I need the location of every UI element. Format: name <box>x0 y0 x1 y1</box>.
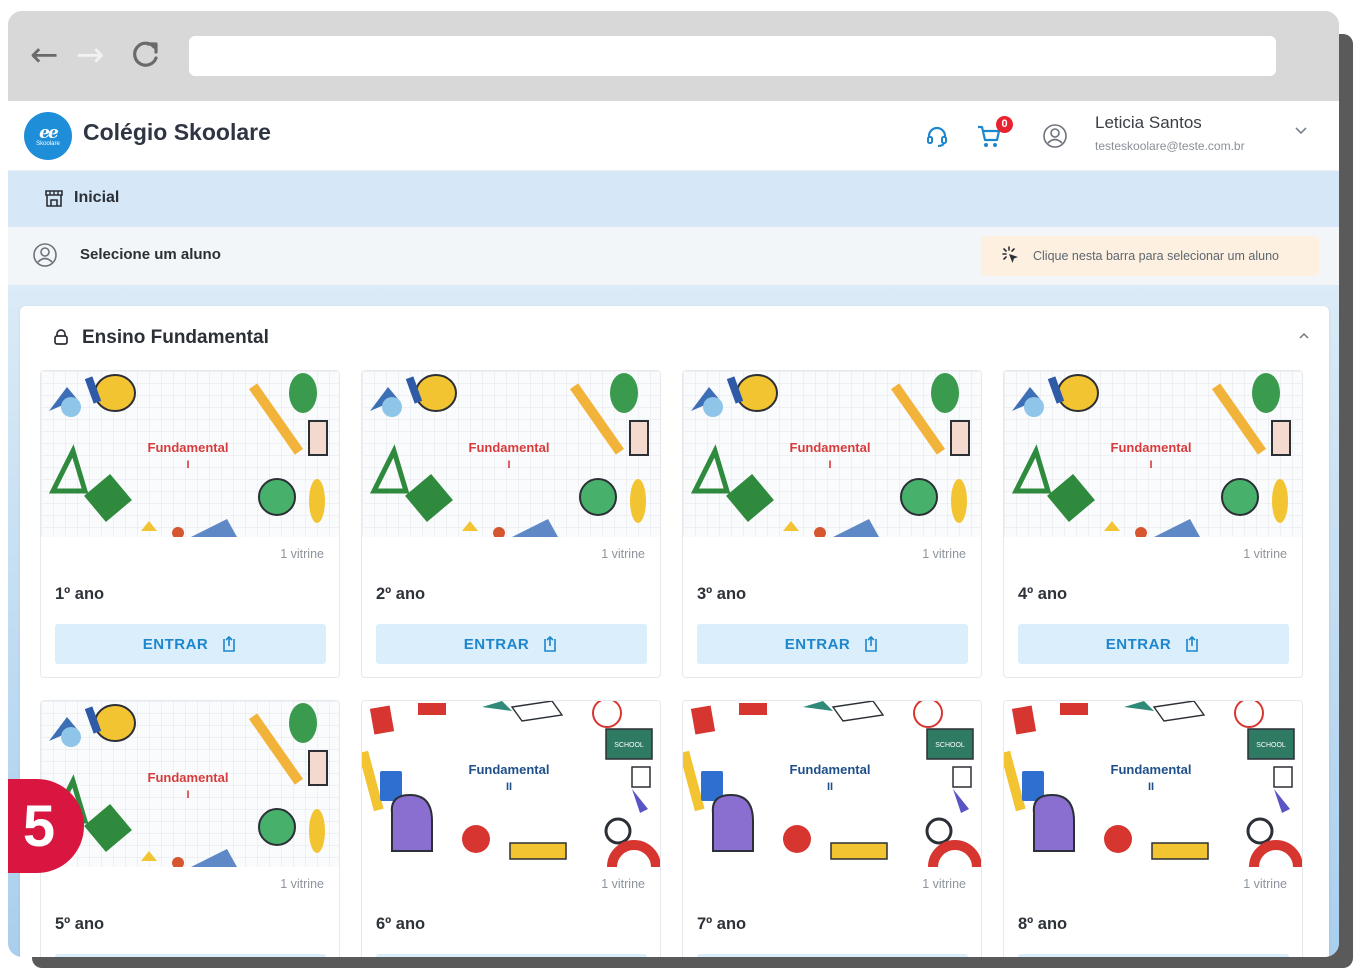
svg-text:SCHOOL: SCHOOL <box>614 742 644 749</box>
enter-button-label: ENTRAR <box>1105 635 1172 653</box>
enter-button[interactable]: ENTRAR <box>376 624 647 664</box>
svg-text:II: II <box>1148 781 1154 793</box>
enter-button[interactable]: ENTRAR <box>55 624 326 664</box>
vitrine-count: 1 vitrine <box>1243 877 1287 891</box>
svg-text:Fundamental: Fundamental <box>1111 762 1192 777</box>
svg-text:I: I <box>186 789 189 801</box>
enter-button[interactable]: ENTRAR <box>1018 624 1289 664</box>
vitrine-count: 1 vitrine <box>922 877 966 891</box>
grade-card[interactable]: Fundamental I 1 vitrine 5º ano ENTRAR <box>40 700 340 957</box>
svg-text:Fundamental: Fundamental <box>148 440 229 455</box>
svg-text:SCHOOL: SCHOOL <box>935 742 965 749</box>
chevron-up-icon[interactable] <box>1298 330 1310 345</box>
enter-icon <box>1183 635 1201 653</box>
svg-text:Fundamental: Fundamental <box>1111 440 1192 455</box>
logo-mark: ee <box>39 122 59 143</box>
user-name[interactable]: Leticia Santos <box>1095 113 1202 133</box>
sparkle-click-icon <box>1001 246 1021 266</box>
ensino-fundamental-panel: Ensino Fundamental Fundamental I 1 vitrine… <box>20 306 1329 957</box>
headset-icon[interactable] <box>922 121 952 151</box>
card-banner-image[interactable]: Fundamental I <box>41 371 339 539</box>
vitrine-count: 1 vitrine <box>1243 547 1287 561</box>
grade-title: 5º ano <box>55 915 105 933</box>
user-email: testeskoolare@teste.com.br <box>1095 139 1245 153</box>
enter-icon <box>541 635 559 653</box>
svg-text:Fundamental: Fundamental <box>469 762 550 777</box>
app-header: ee Skoolare Colégio Skoolare 0 Leticia S… <box>8 101 1339 171</box>
card-banner-image[interactable]: SCHOOL Fundamental II <box>1004 701 1302 868</box>
vitrine-count: 1 vitrine <box>280 547 324 561</box>
svg-text:I: I <box>828 459 831 471</box>
logo-small-text: Skoolare <box>36 140 60 147</box>
user-circle-icon <box>32 242 58 273</box>
address-bar[interactable] <box>189 36 1276 76</box>
card-banner-image[interactable]: Fundamental I <box>683 371 981 539</box>
school-name: Colégio Skoolare <box>83 119 271 145</box>
student-select-label: Selecione um aluno <box>80 246 221 263</box>
chevron-down-icon[interactable] <box>1294 123 1308 140</box>
store-icon <box>44 188 64 213</box>
svg-text:I: I <box>186 459 189 471</box>
enter-icon <box>220 635 238 653</box>
school-logo[interactable]: ee Skoolare <box>24 112 72 160</box>
grade-title: 4º ano <box>1018 585 1068 603</box>
select-student-hint: Clique nesta barra para selecionar um al… <box>981 236 1319 276</box>
svg-text:II: II <box>827 781 833 793</box>
grade-title: 2º ano <box>376 585 426 603</box>
card-banner-image[interactable]: SCHOOL Fundamental II <box>362 701 660 868</box>
forward-arrow-icon[interactable]: → <box>76 38 105 72</box>
cart-count-badge: 0 <box>996 116 1013 133</box>
grade-card[interactable]: SCHOOL Fundamental II 1 vitrine 6º ano ENTRAR <box>361 700 661 957</box>
breadcrumb-home[interactable]: Inicial <box>74 189 119 207</box>
hint-text: Clique nesta barra para selecionar um al… <box>1033 249 1279 263</box>
lock-icon <box>52 328 70 351</box>
grade-title: 1º ano <box>55 585 105 603</box>
user-avatar-icon[interactable] <box>1040 121 1070 151</box>
enter-icon <box>862 635 880 653</box>
svg-text:Fundamental: Fundamental <box>148 770 229 785</box>
svg-text:Fundamental: Fundamental <box>790 762 871 777</box>
student-select-bar[interactable]: Selecione um aluno Clique nesta barra pa… <box>8 227 1339 285</box>
card-banner-image[interactable]: Fundamental I <box>1004 371 1302 539</box>
reload-icon[interactable] <box>130 38 162 76</box>
grade-card[interactable]: SCHOOL Fundamental II 1 vitrine 8º ano ENTRAR <box>1003 700 1303 957</box>
enter-button[interactable]: ENTRAR <box>697 624 968 664</box>
enter-button[interactable]: ENTRAR <box>1018 954 1289 957</box>
vitrine-count: 1 vitrine <box>601 547 645 561</box>
card-banner-image[interactable]: SCHOOL Fundamental II <box>683 701 981 868</box>
grade-title: 3º ano <box>697 585 747 603</box>
grade-card[interactable]: Fundamental I 1 vitrine 2º ano ENTRAR <box>361 370 661 678</box>
enter-button[interactable]: ENTRAR <box>697 954 968 957</box>
grade-title: 6º ano <box>376 915 426 933</box>
browser-window: ← → ee Skoolare Colégio Skoolare 0 Letic… <box>8 11 1339 957</box>
grade-card[interactable]: Fundamental I 1 vitrine 3º ano ENTRAR <box>682 370 982 678</box>
enter-button-label: ENTRAR <box>142 635 209 653</box>
enter-button-label: ENTRAR <box>784 635 851 653</box>
grade-title: 7º ano <box>697 915 747 933</box>
svg-text:I: I <box>1149 459 1152 471</box>
svg-text:I: I <box>507 459 510 471</box>
svg-text:Fundamental: Fundamental <box>469 440 550 455</box>
card-banner-image[interactable]: Fundamental I <box>362 371 660 539</box>
section-title: Ensino Fundamental <box>82 327 269 348</box>
grade-card[interactable]: SCHOOL Fundamental II 1 vitrine 7º ano ENTRAR <box>682 700 982 957</box>
vitrine-count: 1 vitrine <box>922 547 966 561</box>
browser-toolbar: ← → <box>8 11 1339 101</box>
enter-button[interactable]: ENTRAR <box>376 954 647 957</box>
svg-text:Fundamental: Fundamental <box>790 440 871 455</box>
page-content: ee Skoolare Colégio Skoolare 0 Leticia S… <box>8 101 1339 957</box>
card-banner-image[interactable]: Fundamental I <box>41 701 339 869</box>
vitrine-count: 1 vitrine <box>280 877 324 891</box>
grade-card[interactable]: Fundamental I 1 vitrine 1º ano ENTRAR <box>40 370 340 678</box>
breadcrumb: Inicial <box>8 171 1339 227</box>
enter-button[interactable]: ENTRAR <box>55 954 326 957</box>
back-arrow-icon[interactable]: ← <box>30 38 59 72</box>
vitrine-count: 1 vitrine <box>601 877 645 891</box>
grade-card[interactable]: Fundamental I 1 vitrine 4º ano ENTRAR <box>1003 370 1303 678</box>
svg-text:SCHOOL: SCHOOL <box>1256 742 1286 749</box>
svg-text:II: II <box>506 781 512 793</box>
enter-button-label: ENTRAR <box>463 635 530 653</box>
grade-title: 8º ano <box>1018 915 1068 933</box>
